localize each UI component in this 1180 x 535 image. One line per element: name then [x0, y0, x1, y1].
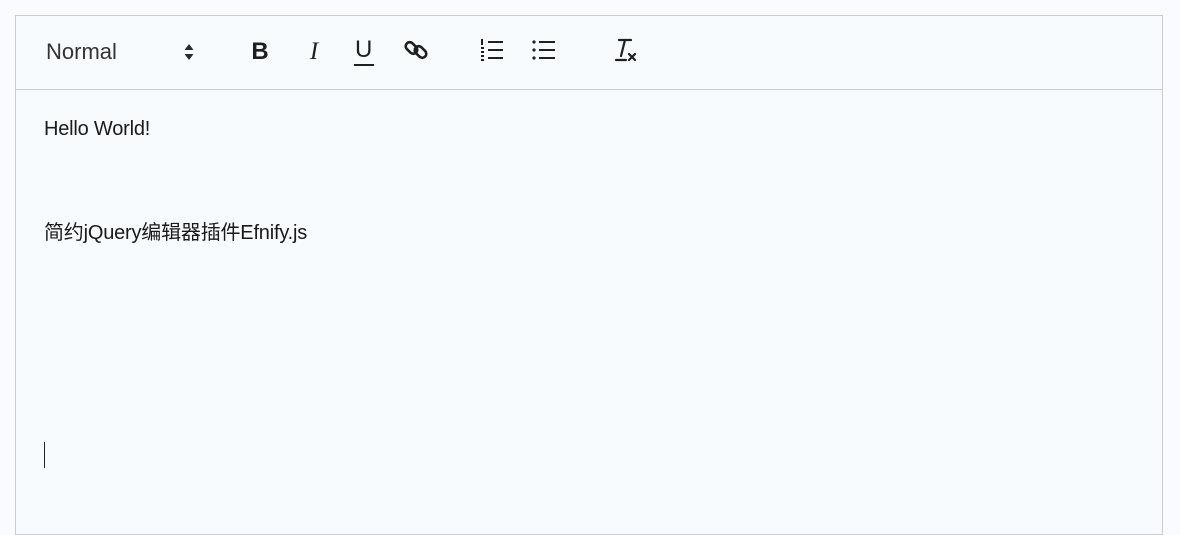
italic-icon: I [309, 38, 319, 65]
italic-button[interactable]: I [296, 34, 332, 70]
underline-letter: U [355, 36, 373, 63]
header-format-value: Normal [46, 39, 117, 64]
underline-button[interactable]: U [346, 34, 382, 70]
bold-icon: B [251, 38, 269, 65]
ordered-list-icon [478, 36, 506, 69]
content-line-hello: Hello World! [44, 118, 151, 140]
rich-text-editor: Normal B I U Hello World! 简约jQuery编辑器插件E… [15, 15, 1163, 535]
text-caret [44, 442, 45, 468]
editor-content-area[interactable]: Hello World! 简约jQuery编辑器插件Efnify.js [44, 116, 1134, 534]
clear-format-icon [611, 35, 641, 70]
editor-toolbar: Normal B I U [16, 16, 1162, 90]
header-format-select[interactable]: Normal [46, 34, 206, 70]
ordered-list-button[interactable] [474, 34, 510, 70]
up-down-arrows-icon [182, 40, 196, 64]
underline-icon: U [352, 37, 376, 67]
link-icon [402, 36, 430, 69]
content-line-title: 简约jQuery编辑器插件Efnify.js [44, 222, 308, 244]
bullet-list-button[interactable] [526, 34, 562, 70]
bullet-list-icon [530, 36, 558, 69]
clear-format-button[interactable] [606, 34, 646, 70]
link-button[interactable] [398, 34, 434, 70]
bold-button[interactable]: B [242, 34, 278, 70]
